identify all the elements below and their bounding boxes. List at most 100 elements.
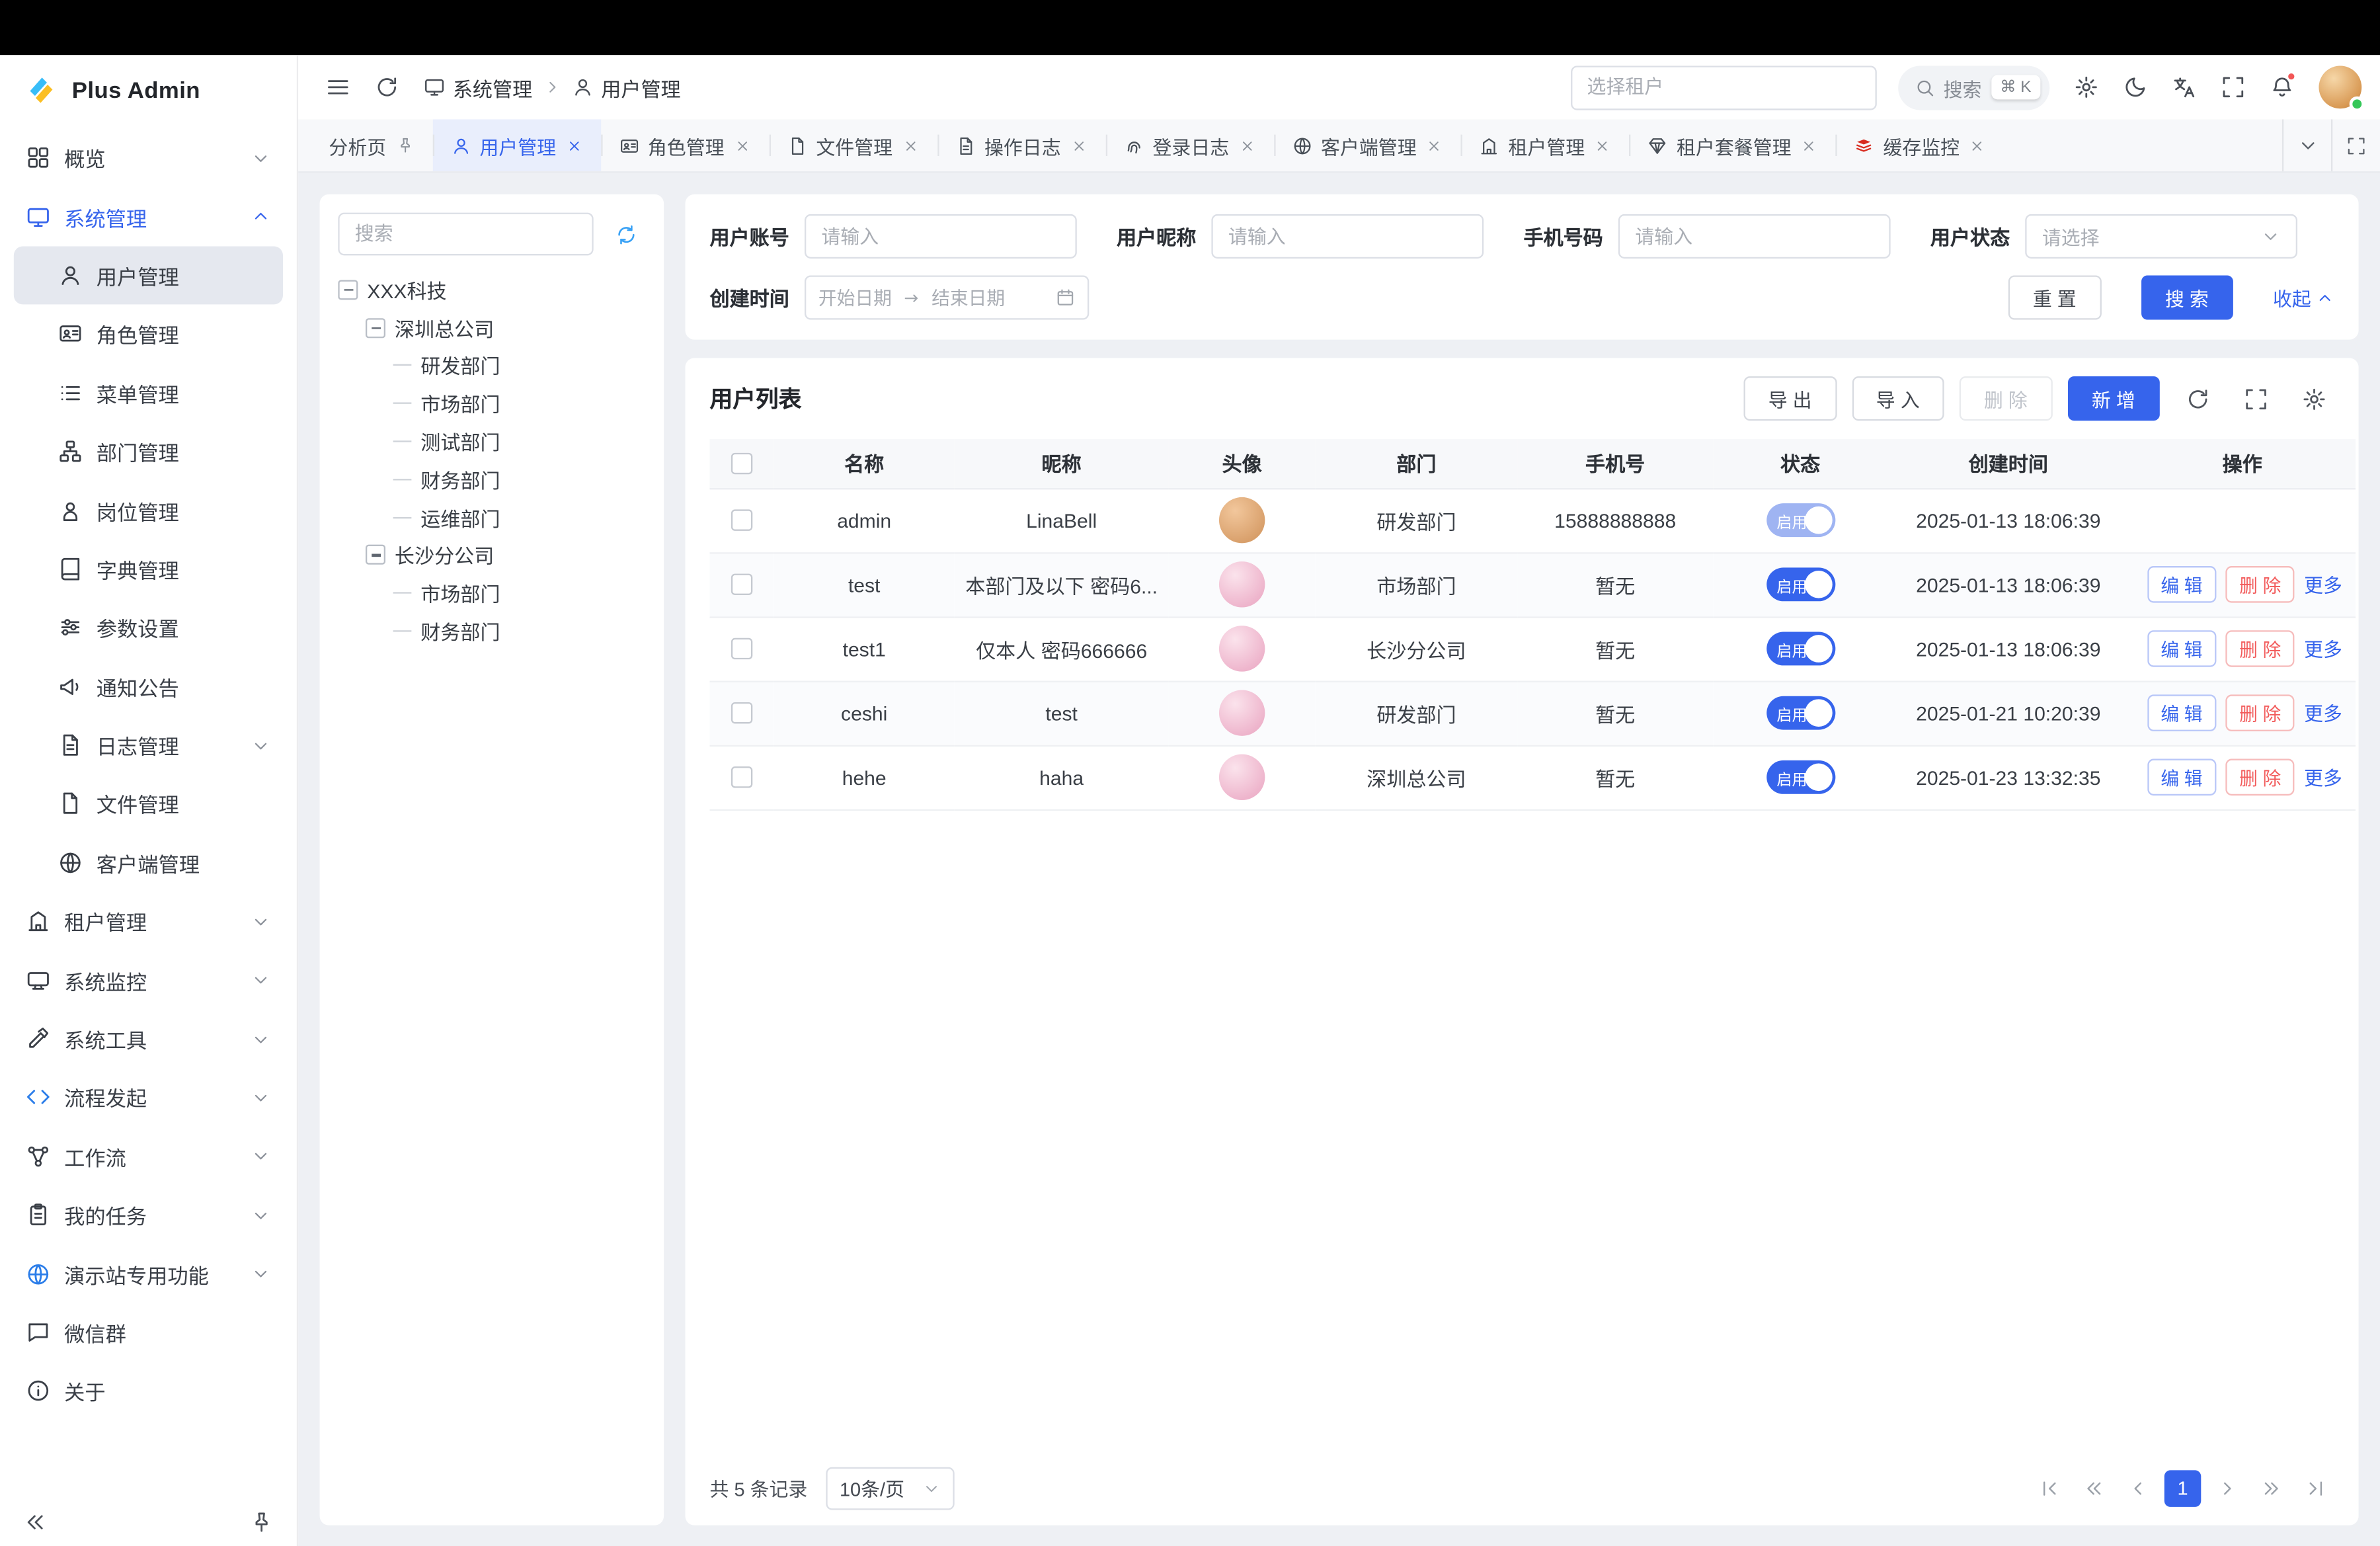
sidebar-item-dept-management[interactable]: 部门管理 [14,422,283,481]
export-button[interactable]: 导 出 [1744,376,1837,421]
delete-button[interactable]: 删 除 [1960,376,2052,421]
refresh-page-button[interactable] [366,65,409,108]
tab-analysis[interactable]: 分析页 [311,119,432,171]
delete-row-button[interactable]: 删 除 [2225,694,2295,731]
delete-row-button[interactable]: 删 除 [2225,566,2295,603]
tree-node-market-dept[interactable]: 市场部门 [338,385,645,423]
row-checkbox[interactable] [731,702,752,723]
tab-role-management[interactable]: 角色管理 [600,119,769,171]
more-button[interactable]: 更多 [2304,703,2342,724]
close-tab-icon[interactable] [1800,137,1817,153]
edit-button[interactable]: 编 辑 [2147,630,2216,667]
close-tab-icon[interactable] [902,137,918,153]
close-tab-icon[interactable] [1238,137,1255,153]
tab-user-management[interactable]: 用户管理 [432,119,601,171]
edit-button[interactable]: 编 辑 [2147,694,2216,731]
sidebar-item-about[interactable]: 关于 [14,1362,283,1421]
more-button[interactable]: 更多 [2304,639,2342,660]
tab-client-management[interactable]: 客户端管理 [1273,119,1460,171]
import-button[interactable]: 导 入 [1852,376,1944,421]
close-tab-icon[interactable] [1426,137,1443,153]
dark-mode-button[interactable] [2114,65,2157,108]
tree-node-finance-dept-2[interactable]: 财务部门 [338,612,645,650]
tab-cache-monitor[interactable]: 缓存监控 [1836,119,2004,171]
tab-dropdown-button[interactable] [2282,119,2331,171]
sidebar-item-client-management[interactable]: 客户端管理 [14,833,283,892]
tab-tenant-package[interactable]: 租户套餐管理 [1629,119,1835,171]
page-size-select[interactable]: 10条/页 [826,1467,954,1510]
tab-fullscreen-button[interactable] [2331,119,2380,171]
tree-node-finance-dept[interactable]: 财务部门 [338,460,645,498]
first-page-button[interactable] [2031,1469,2068,1506]
close-tab-icon[interactable] [565,137,582,153]
tree-node-changsha-branch[interactable]: 长沙分公司 [338,536,645,574]
tab-operation-log[interactable]: 操作日志 [937,119,1105,171]
language-button[interactable] [2162,65,2205,108]
close-tab-icon[interactable] [733,137,750,153]
sidebar-item-system-tools[interactable]: 系统工具 [14,1010,283,1069]
sidebar-item-menu-management[interactable]: 菜单管理 [14,364,283,423]
tree-node-shenzhen-hq[interactable]: 深圳总公司 [338,309,645,346]
account-input[interactable] [805,214,1077,259]
delete-row-button[interactable]: 删 除 [2225,630,2295,667]
row-checkbox[interactable] [731,509,752,530]
notification-button[interactable] [2261,65,2304,108]
add-button[interactable]: 新 增 [2067,376,2160,421]
close-tab-icon[interactable] [1070,137,1087,153]
sidebar-item-user-management[interactable]: 用户管理 [14,246,283,305]
status-toggle[interactable]: 启用 [1766,760,1835,794]
date-range-input[interactable]: 开始日期 结束日期 [805,275,1089,319]
breadcrumb-item-system-management[interactable]: 系统管理 [424,73,532,102]
sidebar-item-tenant-management[interactable]: 租户管理 [14,892,283,951]
sidebar-item-post-management[interactable]: 岗位管理 [14,481,283,540]
page-number-button[interactable]: 1 [2164,1469,2202,1506]
sidebar-item-wechat-group[interactable]: 微信群 [14,1303,283,1362]
edit-button[interactable]: 编 辑 [2147,566,2216,603]
reset-button[interactable]: 重 置 [2008,275,2101,319]
collapse-filter-button[interactable]: 收起 [2273,283,2334,312]
global-search[interactable]: 搜索 ⌘ K [1897,65,2049,109]
phone-input[interactable] [1618,214,1891,259]
breadcrumb-item-user-management[interactable]: 用户管理 [572,73,680,102]
prev-page-button[interactable] [2120,1469,2157,1506]
row-checkbox[interactable] [731,766,752,788]
status-toggle[interactable]: 启用 [1766,567,1835,601]
app-logo[interactable]: Plus Admin [0,55,297,125]
tab-file-management[interactable]: 文件管理 [769,119,937,171]
menu-toggle-button[interactable] [317,65,360,108]
collapse-node-icon[interactable] [366,318,385,338]
collapse-node-icon[interactable] [338,280,358,300]
jump-forward-button[interactable] [2253,1469,2290,1506]
edit-button[interactable]: 编 辑 [2147,759,2216,796]
sidebar-item-file-management[interactable]: 文件管理 [14,774,283,833]
close-tab-icon[interactable] [1594,137,1610,153]
table-fullscreen-button[interactable] [2237,379,2276,419]
sidebar-item-log-management[interactable]: 日志管理 [14,716,283,775]
tenant-select[interactable] [1570,65,1876,109]
next-page-button[interactable] [2209,1469,2246,1506]
last-page-button[interactable] [2297,1469,2334,1506]
status-select[interactable]: 请选择 [2025,214,2297,259]
sidebar-item-param-settings[interactable]: 参数设置 [14,598,283,657]
delete-row-button[interactable]: 删 除 [2225,759,2295,796]
sidebar-item-overview[interactable]: 概览 [14,128,283,187]
table-refresh-button[interactable] [2178,379,2218,419]
tree-node-market-dept-2[interactable]: 市场部门 [338,574,645,612]
nickname-input[interactable] [1211,214,1484,259]
sidebar-item-role-management[interactable]: 角色管理 [14,305,283,364]
row-checkbox[interactable] [731,574,752,595]
collapse-sidebar-button[interactable] [19,1504,52,1538]
close-tab-icon[interactable] [1969,137,1985,153]
sidebar-item-my-tasks[interactable]: 我的任务 [14,1186,283,1244]
status-toggle[interactable]: 启用 [1766,503,1835,537]
collapse-node-icon[interactable] [366,546,385,565]
table-settings-button[interactable] [2294,379,2334,419]
sidebar-item-notice[interactable]: 通知公告 [14,657,283,716]
pin-icon[interactable] [395,136,414,155]
fullscreen-button[interactable] [2211,65,2254,108]
tab-tenant-management[interactable]: 租户管理 [1461,119,1630,171]
jump-back-button[interactable] [2076,1469,2113,1506]
sidebar-item-dict-management[interactable]: 字典管理 [14,540,283,598]
more-button[interactable]: 更多 [2304,767,2342,788]
more-button[interactable]: 更多 [2304,575,2342,596]
